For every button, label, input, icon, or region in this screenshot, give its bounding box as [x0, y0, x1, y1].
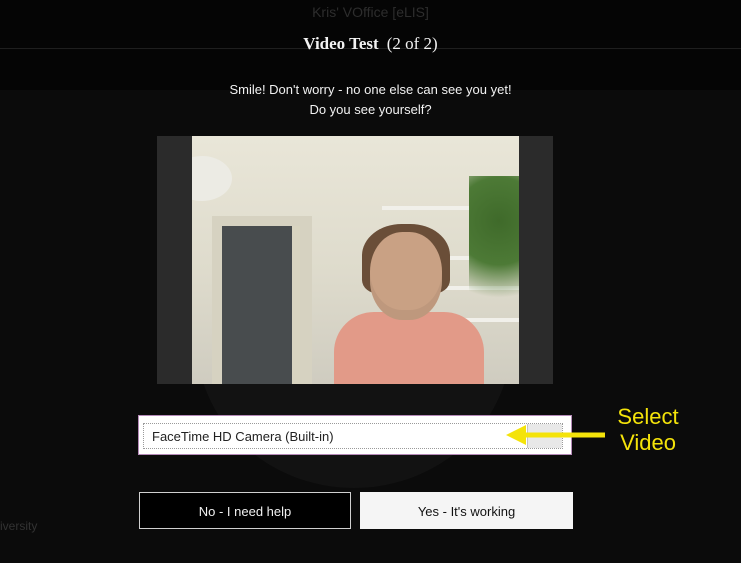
plant-shape	[469, 176, 519, 326]
step-indicator: (2 of 2)	[386, 34, 438, 53]
instructions: Smile! Don't worry - no one else can see…	[0, 80, 741, 120]
video-preview-frame	[157, 136, 553, 384]
select-video-annotation: Select Video	[598, 404, 698, 456]
lamp-shape	[192, 156, 232, 201]
camera-select-value: FaceTime HD Camera (Built-in)	[152, 429, 334, 444]
door-shape	[222, 226, 300, 384]
background-window-title: Kris' VOffice [eLIS]	[312, 4, 429, 20]
person-head-shape	[370, 232, 442, 320]
person-body-shape	[334, 312, 484, 384]
webcam-video-preview	[192, 136, 519, 384]
need-help-button[interactable]: No - I need help	[139, 492, 351, 529]
instruction-line-1: Smile! Don't worry - no one else can see…	[229, 82, 512, 97]
annotation-line-1: Select	[617, 404, 679, 429]
dialog-title: Video Test (2 of 2)	[0, 34, 741, 54]
header-bar: Kris' VOffice [eLIS] Video Test (2 of 2)	[0, 0, 741, 90]
footer-partial-text: iversity	[0, 519, 38, 533]
annotation-line-2: Video	[620, 430, 676, 455]
dialog-title-text: Video Test	[303, 34, 379, 53]
annotation-arrow-icon	[506, 425, 605, 445]
its-working-button[interactable]: Yes - It's working	[360, 492, 573, 529]
instruction-line-2: Do you see yourself?	[309, 102, 432, 117]
